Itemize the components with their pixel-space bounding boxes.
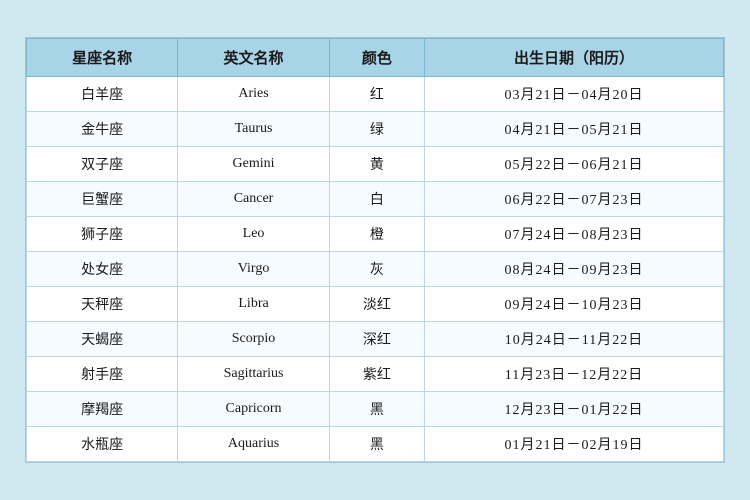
header-color: 颜色: [329, 39, 424, 77]
cell-dates: 07月24日－08月23日: [425, 217, 724, 252]
cell-color: 黑: [329, 427, 424, 462]
table-row: 射手座Sagittarius紫红11月23日－12月22日: [27, 357, 724, 392]
table-row: 天蝎座Scorpio深红10月24日－11月22日: [27, 322, 724, 357]
cell-dates: 01月21日－02月19日: [425, 427, 724, 462]
table-row: 双子座Gemini黄05月22日－06月21日: [27, 147, 724, 182]
cell-dates: 12月23日－01月22日: [425, 392, 724, 427]
table-row: 处女座Virgo灰08月24日－09月23日: [27, 252, 724, 287]
cell-chinese-name: 处女座: [27, 252, 178, 287]
cell-color: 淡红: [329, 287, 424, 322]
table-row: 狮子座Leo橙07月24日－08月23日: [27, 217, 724, 252]
cell-chinese-name: 巨蟹座: [27, 182, 178, 217]
cell-english-name: Virgo: [178, 252, 329, 287]
header-english-name: 英文名称: [178, 39, 329, 77]
cell-english-name: Scorpio: [178, 322, 329, 357]
cell-english-name: Leo: [178, 217, 329, 252]
cell-dates: 06月22日－07月23日: [425, 182, 724, 217]
cell-dates: 08月24日－09月23日: [425, 252, 724, 287]
zodiac-table-wrapper: 星座名称 英文名称 颜色 出生日期（阳历） 白羊座Aries红03月21日－04…: [25, 37, 725, 463]
cell-dates: 11月23日－12月22日: [425, 357, 724, 392]
cell-english-name: Libra: [178, 287, 329, 322]
cell-english-name: Aries: [178, 77, 329, 112]
cell-chinese-name: 白羊座: [27, 77, 178, 112]
cell-dates: 05月22日－06月21日: [425, 147, 724, 182]
cell-english-name: Gemini: [178, 147, 329, 182]
header-dates: 出生日期（阳历）: [425, 39, 724, 77]
cell-chinese-name: 狮子座: [27, 217, 178, 252]
cell-chinese-name: 摩羯座: [27, 392, 178, 427]
cell-dates: 03月21日－04月20日: [425, 77, 724, 112]
cell-english-name: Taurus: [178, 112, 329, 147]
cell-color: 深红: [329, 322, 424, 357]
table-row: 摩羯座Capricorn黑12月23日－01月22日: [27, 392, 724, 427]
cell-chinese-name: 天蝎座: [27, 322, 178, 357]
cell-color: 紫红: [329, 357, 424, 392]
table-row: 巨蟹座Cancer白06月22日－07月23日: [27, 182, 724, 217]
zodiac-table: 星座名称 英文名称 颜色 出生日期（阳历） 白羊座Aries红03月21日－04…: [26, 38, 724, 462]
table-row: 水瓶座Aquarius黑01月21日－02月19日: [27, 427, 724, 462]
cell-chinese-name: 天秤座: [27, 287, 178, 322]
cell-color: 黄: [329, 147, 424, 182]
cell-english-name: Capricorn: [178, 392, 329, 427]
cell-english-name: Aquarius: [178, 427, 329, 462]
cell-dates: 10月24日－11月22日: [425, 322, 724, 357]
cell-english-name: Sagittarius: [178, 357, 329, 392]
cell-color: 白: [329, 182, 424, 217]
cell-dates: 09月24日－10月23日: [425, 287, 724, 322]
header-chinese-name: 星座名称: [27, 39, 178, 77]
table-row: 白羊座Aries红03月21日－04月20日: [27, 77, 724, 112]
cell-color: 黑: [329, 392, 424, 427]
cell-color: 绿: [329, 112, 424, 147]
cell-chinese-name: 金牛座: [27, 112, 178, 147]
cell-color: 橙: [329, 217, 424, 252]
cell-chinese-name: 双子座: [27, 147, 178, 182]
table-header-row: 星座名称 英文名称 颜色 出生日期（阳历）: [27, 39, 724, 77]
table-row: 天秤座Libra淡红09月24日－10月23日: [27, 287, 724, 322]
cell-color: 灰: [329, 252, 424, 287]
cell-english-name: Cancer: [178, 182, 329, 217]
cell-chinese-name: 射手座: [27, 357, 178, 392]
table-row: 金牛座Taurus绿04月21日－05月21日: [27, 112, 724, 147]
cell-color: 红: [329, 77, 424, 112]
cell-dates: 04月21日－05月21日: [425, 112, 724, 147]
cell-chinese-name: 水瓶座: [27, 427, 178, 462]
